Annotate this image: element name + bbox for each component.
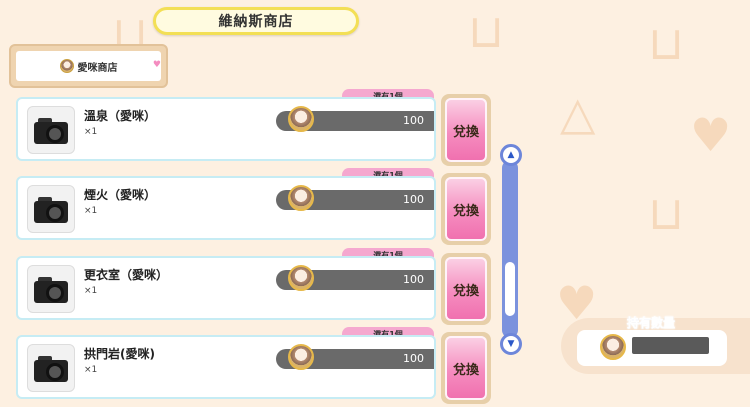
item-quantity: ×1 xyxy=(84,127,98,137)
shop-item-row: 溫泉（愛咪） ×1 100 xyxy=(16,97,436,161)
exchange-label: 兌換 xyxy=(452,124,479,140)
scrollbar-thumb[interactable] xyxy=(505,262,515,316)
exchange-label: 兌換 xyxy=(452,283,479,299)
shop-title-banner: 維納斯商店 xyxy=(153,7,359,35)
camera-icon xyxy=(32,275,70,303)
item-thumbnail xyxy=(27,265,75,313)
heart-icon: ♥ xyxy=(690,108,732,162)
item-price: 100 xyxy=(403,114,424,127)
triangle-down-icon: ▼ xyxy=(507,338,515,349)
venus-coin-icon xyxy=(288,344,314,370)
item-thumbnail xyxy=(27,106,75,154)
shop-tab-aimi[interactable]: ♥ 愛咪商店 ♥ xyxy=(9,44,168,88)
heart-icon: ♥ xyxy=(152,60,161,70)
item-name: 溫泉（愛咪） xyxy=(84,109,157,123)
venus-coin-icon xyxy=(288,185,314,211)
held-amount-title: 持有數量 xyxy=(627,316,676,331)
exchange-label: 兌換 xyxy=(452,362,479,378)
shop-item-row: 拱門岩(愛咪) ×1 100 xyxy=(16,335,436,399)
exchange-button[interactable]: 兌換 xyxy=(441,173,491,245)
item-name: 更衣室（愛咪） xyxy=(84,268,169,282)
item-price: 100 xyxy=(403,273,424,286)
exchange-button[interactable]: 兌換 xyxy=(441,94,491,166)
item-quantity: ×1 xyxy=(84,365,98,375)
item-quantity: ×1 xyxy=(84,206,98,216)
exchange-label: 兌換 xyxy=(452,203,479,219)
scroll-down-button[interactable]: ▼ xyxy=(500,333,522,355)
venus-coin-icon xyxy=(59,59,74,73)
item-quantity: ×1 xyxy=(84,286,98,296)
held-amount-value xyxy=(632,337,709,354)
shop-item-row: 煙火（愛咪） ×1 100 xyxy=(16,176,436,240)
shop-title: 維納斯商店 xyxy=(218,14,294,30)
item-price: 100 xyxy=(403,352,424,365)
basket-icon: ⊔ xyxy=(648,16,684,70)
item-thumbnail xyxy=(27,344,75,392)
camera-icon xyxy=(32,354,70,382)
camera-icon xyxy=(32,195,70,223)
venus-coin-icon xyxy=(600,334,626,360)
exchange-button[interactable]: 兌換 xyxy=(441,332,491,404)
venus-coin-icon xyxy=(288,106,314,132)
item-name: 拱門岩(愛咪) xyxy=(84,347,155,361)
item-thumbnail xyxy=(27,185,75,233)
basket-icon: ⊔ xyxy=(468,4,504,58)
item-name: 煙火（愛咪） xyxy=(84,188,157,202)
scroll-up-button[interactable]: ▲ xyxy=(500,144,522,166)
shop-tab-label: 愛咪商店 xyxy=(77,62,118,74)
item-price: 100 xyxy=(403,193,424,206)
bikini-icon: △ xyxy=(560,86,596,140)
basket-icon: ⊔ xyxy=(648,186,684,240)
camera-icon xyxy=(32,116,70,144)
exchange-button[interactable]: 兌換 xyxy=(441,253,491,325)
venus-coin-icon xyxy=(288,265,314,291)
triangle-up-icon: ▲ xyxy=(507,149,515,160)
shop-item-row: 更衣室（愛咪） ×1 100 xyxy=(16,256,436,320)
